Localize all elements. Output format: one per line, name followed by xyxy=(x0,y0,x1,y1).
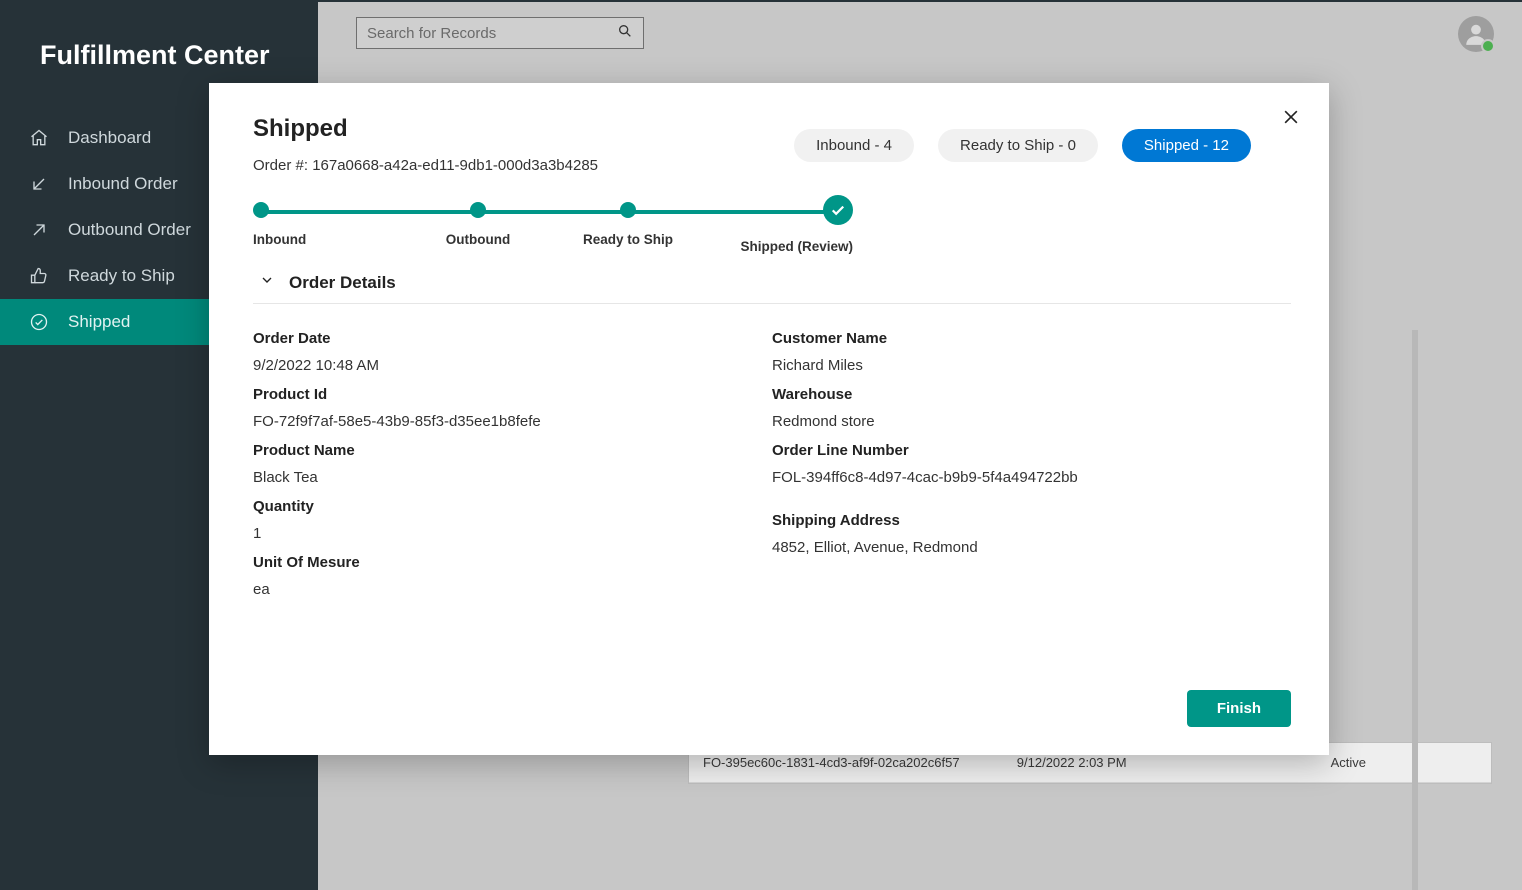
order-date-value: 9/2/2022 10:48 AM xyxy=(253,357,732,374)
order-number: Order #: 167a0668-a42a-ed11-9db1-000d3a3… xyxy=(253,157,794,174)
close-icon[interactable] xyxy=(1281,107,1301,132)
stepper: Inbound Outbound Ready to Ship Shipped (… xyxy=(253,202,853,254)
line-value: FOL-394ff6c8-4d97-4cac-b9b9-5f4a494722bb xyxy=(772,469,1251,486)
search-input[interactable] xyxy=(367,25,617,42)
scrollbar[interactable] xyxy=(1412,330,1418,890)
quantity-label: Quantity xyxy=(253,498,732,515)
step-label: Ready to Ship xyxy=(583,232,673,247)
step-label: Inbound xyxy=(253,232,306,247)
row-status: Active xyxy=(1331,755,1477,770)
uom-value: ea xyxy=(253,581,732,598)
warehouse-label: Warehouse xyxy=(772,386,1251,403)
customer-label: Customer Name xyxy=(772,330,1251,347)
step-outbound[interactable]: Outbound xyxy=(403,202,553,254)
product-name-label: Product Name xyxy=(253,442,732,459)
order-number-value: 167a0668-a42a-ed11-9db1-000d3a3b4285 xyxy=(312,157,598,174)
step-label: Shipped (Review) xyxy=(740,239,853,254)
status-pills: Inbound - 4 Ready to Ship - 0 Shipped - … xyxy=(794,129,1251,162)
arrow-down-left-icon xyxy=(28,173,50,195)
uom-label: Unit Of Mesure xyxy=(253,554,732,571)
app-title: Fulfillment Center xyxy=(0,0,318,95)
order-details-toggle[interactable]: Order Details xyxy=(259,272,1291,293)
line-label: Order Line Number xyxy=(772,442,1251,459)
modal-title: Shipped xyxy=(253,115,794,143)
warehouse-value: Redmond store xyxy=(772,413,1251,430)
product-id-value: FO-72f9f7af-58e5-43b9-85f3-d35ee1b8fefe xyxy=(253,413,732,430)
step-shipped[interactable]: Shipped (Review) xyxy=(703,202,853,254)
thumbs-up-icon xyxy=(28,265,50,287)
order-date-label: Order Date xyxy=(253,330,732,347)
search-icon[interactable] xyxy=(617,23,633,44)
sidebar-item-label: Ready to Ship xyxy=(68,266,175,286)
finish-button[interactable]: Finish xyxy=(1187,690,1291,727)
step-dot-icon xyxy=(470,202,486,218)
check-circle-icon xyxy=(28,311,50,333)
pill-inbound[interactable]: Inbound - 4 xyxy=(794,129,914,162)
order-number-label: Order #: xyxy=(253,157,312,174)
step-check-icon xyxy=(823,195,853,225)
section-title: Order Details xyxy=(289,273,396,293)
pill-ready[interactable]: Ready to Ship - 0 xyxy=(938,129,1098,162)
arrow-up-right-icon xyxy=(28,219,50,241)
avatar[interactable] xyxy=(1458,16,1494,52)
ship-value: 4852, Elliot, Avenue, Redmond xyxy=(772,539,1251,556)
step-label: Outbound xyxy=(446,232,510,247)
topbar xyxy=(318,2,1522,64)
sidebar-item-label: Dashboard xyxy=(68,128,151,148)
ship-label: Shipping Address xyxy=(772,512,1251,529)
order-modal: Shipped Order #: 167a0668-a42a-ed11-9db1… xyxy=(209,83,1329,755)
sidebar-item-label: Inbound Order xyxy=(68,174,178,194)
product-name-value: Black Tea xyxy=(253,469,732,486)
quantity-value: 1 xyxy=(253,525,732,542)
product-id-label: Product Id xyxy=(253,386,732,403)
sidebar-item-label: Outbound Order xyxy=(68,220,191,240)
chevron-down-icon xyxy=(259,272,275,293)
step-dot-icon xyxy=(253,202,269,218)
home-icon xyxy=(28,127,50,149)
search-box[interactable] xyxy=(356,17,644,49)
step-inbound[interactable]: Inbound xyxy=(253,202,403,254)
customer-value: Richard Miles xyxy=(772,357,1251,374)
step-dot-icon xyxy=(620,202,636,218)
row-id: FO-395ec60c-1831-4cd3-af9f-02ca202c6f57 xyxy=(703,755,1017,770)
pill-shipped[interactable]: Shipped - 12 xyxy=(1122,129,1251,162)
step-ready[interactable]: Ready to Ship xyxy=(553,202,703,254)
order-details: Order Date 9/2/2022 10:48 AM Product Id … xyxy=(253,303,1291,606)
sidebar-item-label: Shipped xyxy=(68,312,130,332)
row-date: 9/12/2022 2:03 PM xyxy=(1017,755,1331,770)
